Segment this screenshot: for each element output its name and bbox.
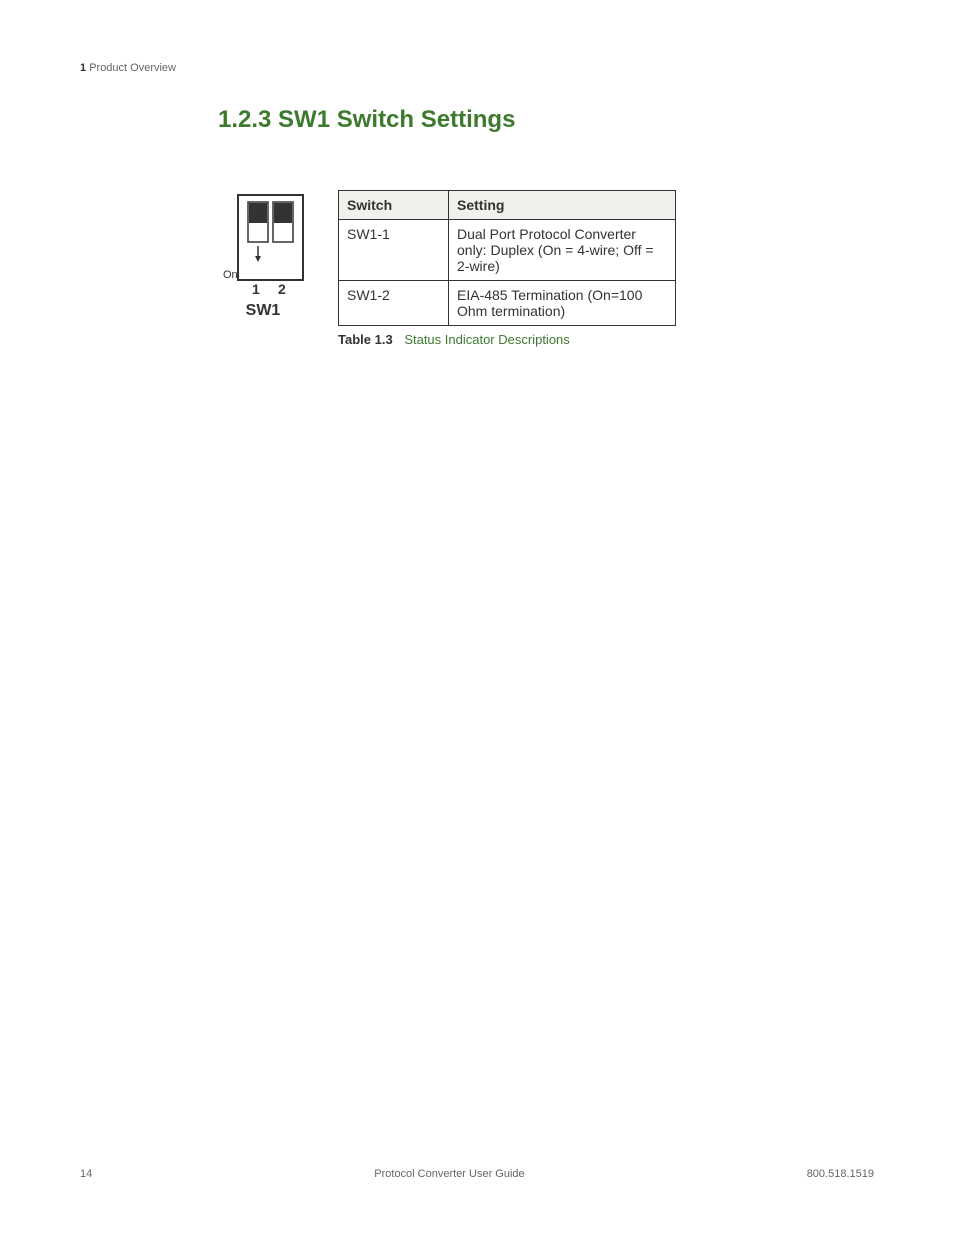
on-label: On bbox=[223, 269, 238, 281]
table-row: SW1-2 EIA-485 Termination (On=100 Ohm te… bbox=[339, 281, 676, 326]
switch-pos-1: 1 bbox=[252, 281, 260, 297]
col-header-switch: Switch bbox=[339, 191, 449, 220]
footer-phone: 800.518.1519 bbox=[807, 1168, 874, 1180]
table-caption-number: Table 1.3 bbox=[338, 332, 393, 347]
table-caption: Table 1.3 Status Indicator Descriptions bbox=[338, 332, 676, 347]
page-number: 14 bbox=[80, 1168, 92, 1180]
footer-title: Protocol Converter User Guide bbox=[374, 1168, 524, 1180]
page-header: 1 Product Overview bbox=[80, 62, 176, 74]
cell-setting: EIA-485 Termination (On=100 Ohm terminat… bbox=[449, 281, 676, 326]
table-header-row: Switch Setting bbox=[339, 191, 676, 220]
table-wrapper: Switch Setting SW1-1 Dual Port Protocol … bbox=[338, 190, 676, 347]
cell-switch: SW1-1 bbox=[339, 220, 449, 281]
switch-settings-table: Switch Setting SW1-1 Dual Port Protocol … bbox=[338, 190, 676, 326]
chapter-title: Product Overview bbox=[89, 62, 176, 74]
switch-figure: On 1 2 SW1 bbox=[218, 190, 308, 320]
table-row: SW1-1 Dual Port Protocol Converter only:… bbox=[339, 220, 676, 281]
content-area: On 1 2 SW1 Switch Setting SW1-1 Dual Por… bbox=[218, 190, 676, 347]
section-heading: 1.2.3 SW1 Switch Settings bbox=[218, 106, 515, 134]
chapter-number: 1 bbox=[80, 62, 86, 74]
switch-pos-2: 2 bbox=[278, 281, 286, 297]
cell-setting: Dual Port Protocol Converter only: Duple… bbox=[449, 220, 676, 281]
cell-switch: SW1-2 bbox=[339, 281, 449, 326]
page-footer: 14 Protocol Converter User Guide 800.518… bbox=[80, 1168, 874, 1180]
dip-switch-icon: On 1 2 bbox=[218, 190, 308, 300]
table-caption-desc: Status Indicator Descriptions bbox=[404, 332, 569, 347]
switch-sw1-label: SW1 bbox=[246, 302, 281, 320]
col-header-setting: Setting bbox=[449, 191, 676, 220]
